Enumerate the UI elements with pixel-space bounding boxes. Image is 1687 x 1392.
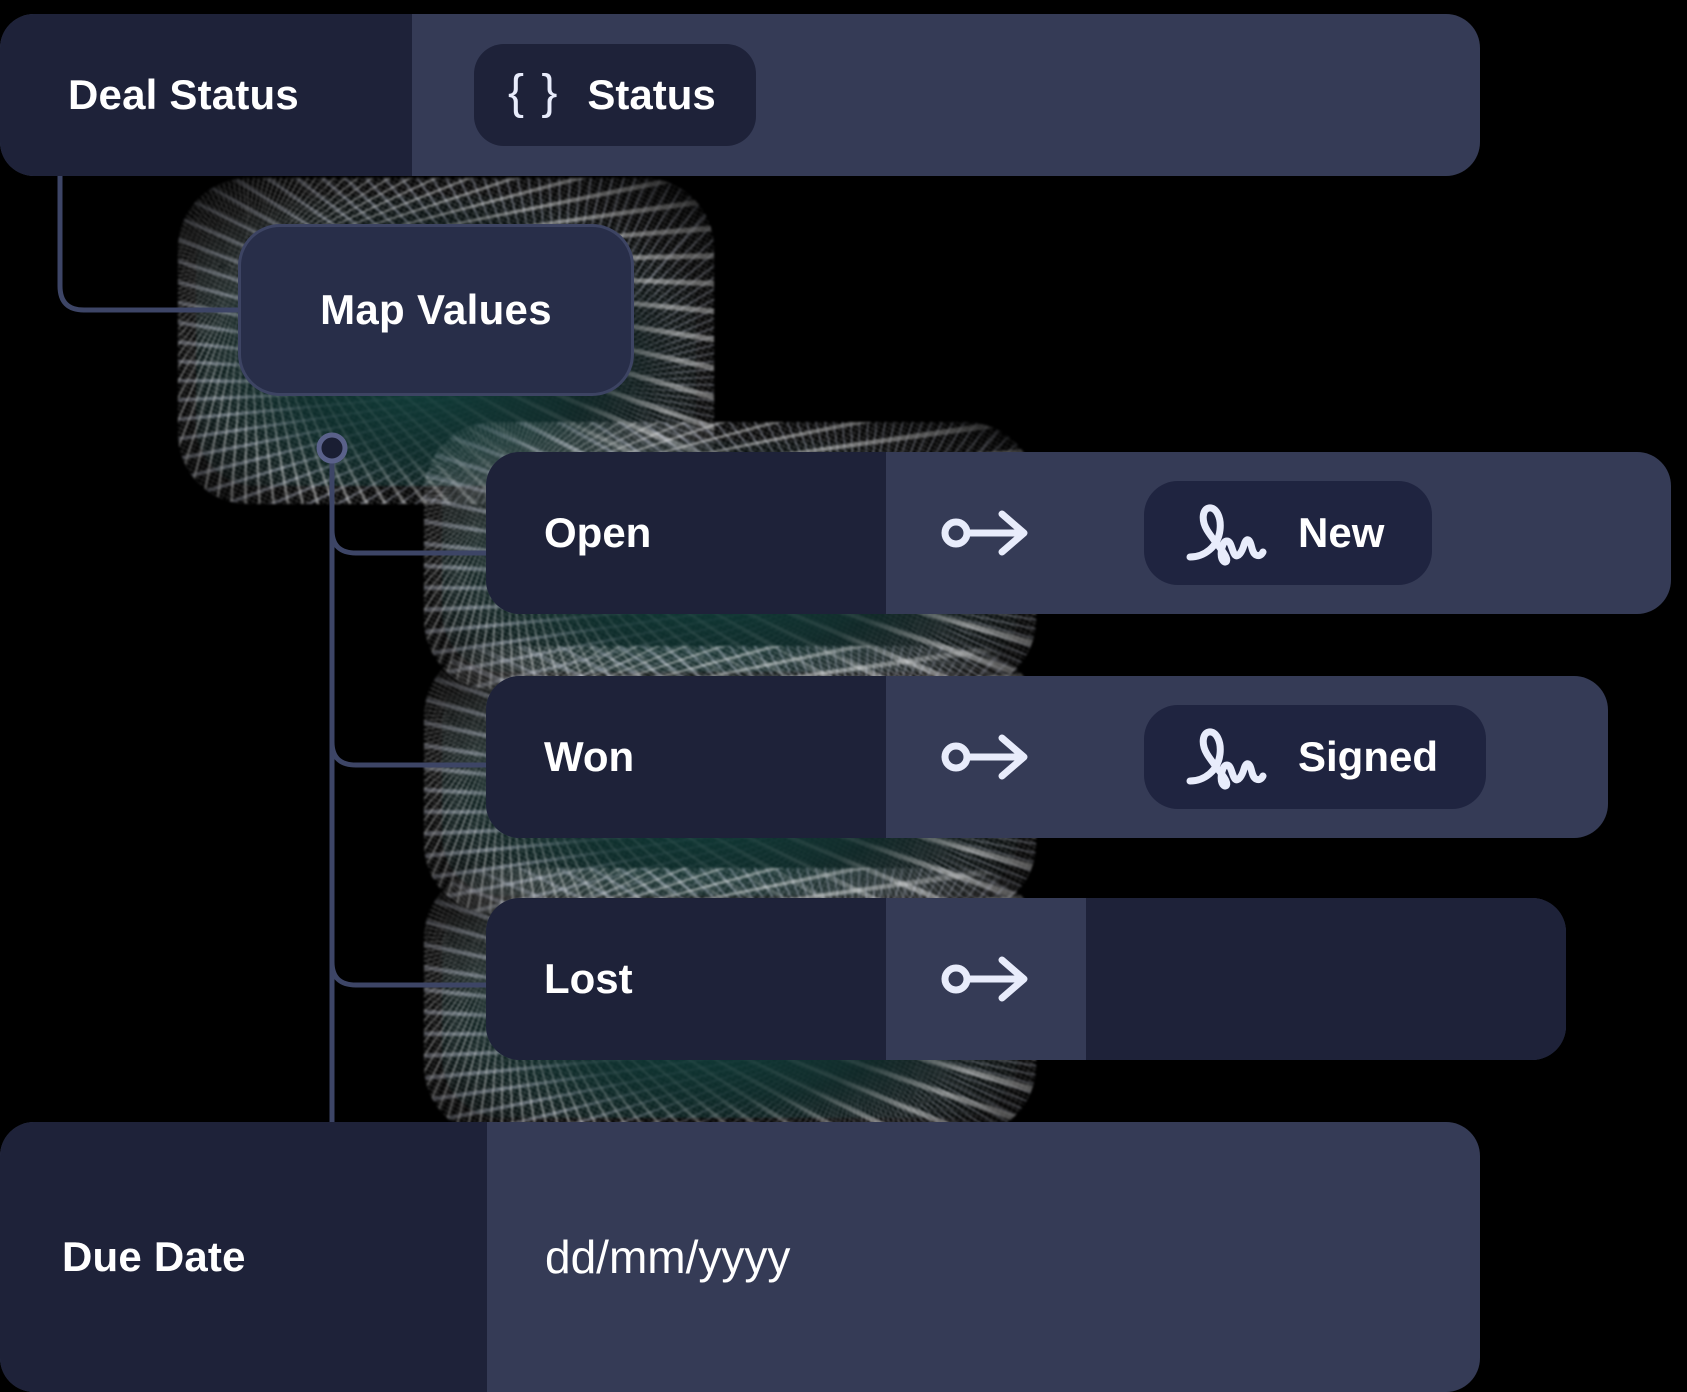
map-values-output-port: [316, 432, 348, 464]
mapping-source-value[interactable]: Open: [486, 452, 886, 614]
due-date-input[interactable]: dd/mm/yyyy: [487, 1122, 1480, 1392]
mapping-target-area[interactable]: Signed: [1086, 676, 1608, 838]
mapping-target-label: New: [1298, 509, 1385, 556]
due-date-label: Due Date: [0, 1122, 487, 1392]
mapping-target-label: Signed: [1298, 733, 1439, 780]
signature-icon: [1182, 724, 1268, 790]
mapping-source-value[interactable]: Lost: [486, 898, 886, 1060]
mapping-source-value[interactable]: Won: [486, 676, 886, 838]
connector-branch-won: [329, 741, 486, 768]
curly-braces-icon: { }: [508, 66, 560, 119]
connector-branch-open: [329, 529, 486, 556]
field-row-deal-status[interactable]: Deal Status { } Status: [0, 14, 1480, 176]
mapping-target-pill[interactable]: New: [1144, 481, 1433, 585]
mapping-row-won[interactable]: Won Signed: [486, 676, 1608, 838]
mapping-row-open[interactable]: Open New: [486, 452, 1671, 614]
connector-branch-lost: [329, 961, 486, 988]
mapping-target-pill[interactable]: Signed: [1144, 705, 1487, 809]
map-values-label: Map Values: [320, 286, 552, 333]
maps-to-arrow-icon: [886, 676, 1086, 838]
mapping-row-lost[interactable]: Lost: [486, 898, 1566, 1060]
mapping-canvas: Deal Status { } Status Map Values Open N…: [0, 0, 1687, 1392]
connector-deal-status-to-map-values: [57, 176, 238, 313]
maps-to-arrow-icon: [886, 898, 1086, 1060]
status-token-pill[interactable]: { } Status: [474, 44, 756, 146]
deal-status-value-area[interactable]: { } Status: [412, 14, 1480, 176]
field-row-due-date[interactable]: Due Date dd/mm/yyyy: [0, 1122, 1480, 1392]
maps-to-arrow-icon: [886, 452, 1086, 614]
map-values-node[interactable]: Map Values: [238, 224, 634, 396]
deal-status-label: Deal Status: [0, 14, 412, 176]
mapping-target-area-empty[interactable]: [1086, 898, 1566, 1060]
signature-icon: [1182, 500, 1268, 566]
mapping-target-area[interactable]: New: [1086, 452, 1671, 614]
status-token-label: Status: [587, 71, 716, 118]
